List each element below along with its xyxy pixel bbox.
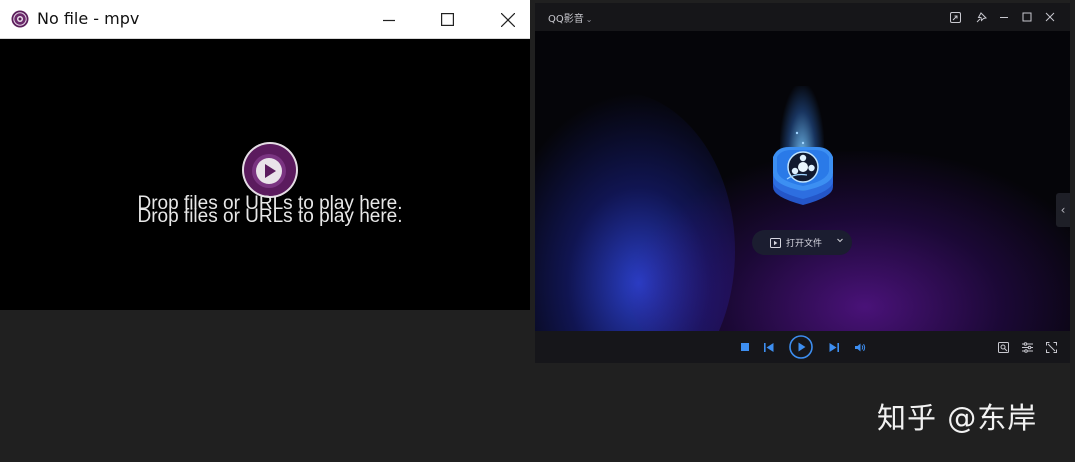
stop-button[interactable] xyxy=(735,337,755,357)
mpv-title-bar[interactable]: No file - mpv xyxy=(0,0,530,39)
close-icon xyxy=(1045,12,1055,22)
settings-button[interactable] xyxy=(1017,337,1037,357)
minimize-icon xyxy=(1000,17,1008,18)
stop-icon xyxy=(741,343,749,351)
volume-icon xyxy=(854,343,865,351)
previous-icon xyxy=(764,342,774,352)
next-button[interactable] xyxy=(824,337,844,357)
mpv-logo-icon xyxy=(11,10,29,28)
qq-player-logo-icon xyxy=(773,131,833,205)
fullscreen-button[interactable] xyxy=(1041,337,1061,357)
mini-mode-icon xyxy=(949,11,961,23)
fullscreen-icon xyxy=(1045,341,1057,353)
mpv-play-logo-icon xyxy=(242,142,298,198)
qq-app-menu[interactable]: QQ影音 ⌄ xyxy=(548,10,592,25)
qq-app-name: QQ影音 xyxy=(548,14,584,25)
chevron-left-icon: ‹ xyxy=(1060,203,1066,217)
mpv-minimize-button[interactable] xyxy=(366,0,412,39)
qq-maximize-button[interactable] xyxy=(1018,8,1036,26)
chevron-down-icon[interactable] xyxy=(836,236,844,244)
chevron-down-icon: ⌄ xyxy=(585,15,593,24)
play-button[interactable] xyxy=(789,335,813,359)
qq-minimize-button[interactable] xyxy=(995,8,1013,26)
settings-icon xyxy=(1021,341,1033,353)
open-file-button[interactable]: 打开文件 xyxy=(752,230,852,255)
play-file-icon xyxy=(770,237,781,248)
playlist-toggle[interactable]: ‹ xyxy=(1056,193,1070,227)
screenshot-button[interactable] xyxy=(993,337,1013,357)
qq-control-bar xyxy=(535,331,1070,363)
qq-video-stage[interactable]: 打开文件 ‹ xyxy=(535,31,1070,331)
maximize-icon xyxy=(440,13,454,26)
qq-player-window: QQ影音 ⌄ 打开文件 ‹ xyxy=(535,3,1070,363)
screenshot-icon xyxy=(997,341,1009,353)
previous-button[interactable] xyxy=(759,337,779,357)
open-file-label: 打开文件 xyxy=(786,239,823,249)
qq-close-button[interactable] xyxy=(1041,8,1059,26)
qq-mini-mode-button[interactable] xyxy=(946,8,964,26)
drop-files-message-echo: Drop files or URLs to play here. xyxy=(137,206,403,227)
pin-icon xyxy=(976,11,987,22)
zhihu-watermark: 知乎 @东岸 xyxy=(877,401,1038,435)
mpv-window: No file - mpv Drop files or URLs to play… xyxy=(0,0,530,310)
volume-button[interactable] xyxy=(850,337,870,357)
play-icon xyxy=(789,335,813,359)
mpv-maximize-button[interactable] xyxy=(424,0,470,39)
qq-pin-button[interactable] xyxy=(972,8,990,26)
next-icon xyxy=(829,342,839,352)
maximize-icon xyxy=(1022,12,1032,22)
mpv-window-title: No file - mpv xyxy=(37,9,140,28)
mpv-close-button[interactable] xyxy=(485,0,531,39)
close-icon xyxy=(501,12,515,27)
minimize-icon xyxy=(383,19,395,21)
qq-title-bar[interactable]: QQ影音 ⌄ xyxy=(535,3,1070,31)
